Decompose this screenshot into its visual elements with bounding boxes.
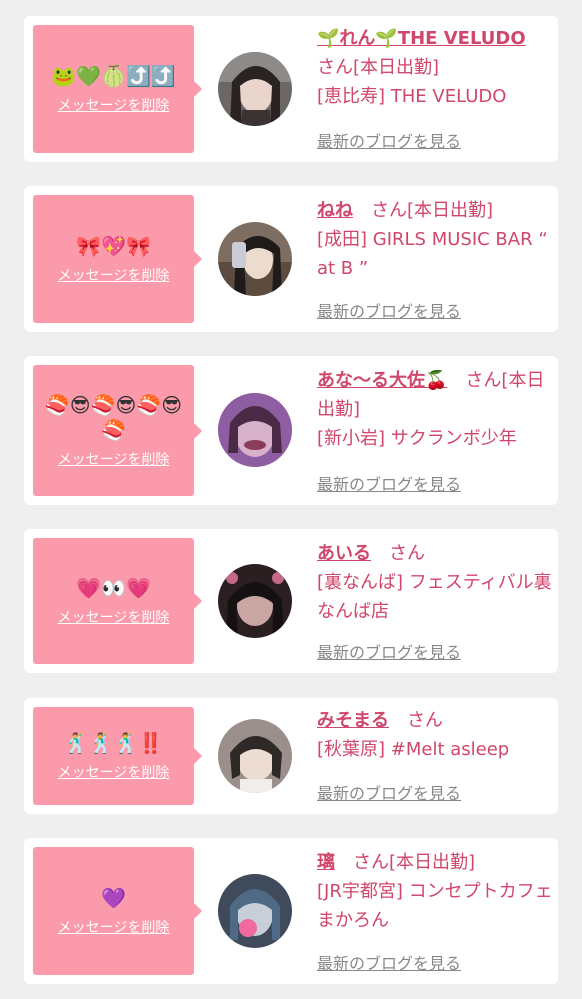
avatar[interactable]: [218, 52, 292, 126]
cast-info: ねね さん[本日出勤] [成田] GIRLS MUSIC BAR “ at B …: [317, 196, 553, 283]
cast-name-link[interactable]: 璃: [317, 852, 335, 873]
message-text: 💗👀💗: [76, 575, 151, 600]
avatar[interactable]: [218, 222, 292, 296]
message-bubble: 💗👀💗 メッセージを削除: [33, 538, 202, 664]
message-text: 🕺🕺🕺‼️: [63, 730, 164, 755]
delete-message-link[interactable]: メッセージを削除: [58, 265, 170, 285]
cast-info: 🌱れん🌱THE VELUDO さん[本日出勤] [恵比寿] THE VELUDO: [317, 24, 553, 111]
latest-blog-link[interactable]: 最新のブログを見る: [317, 471, 461, 495]
shop-name: [恵比寿] THE VELUDO: [317, 86, 507, 107]
shop-name: [JR宇都宮] コンセプトカフェ まかろん: [317, 881, 553, 931]
cast-status: さん[本日出勤]: [371, 200, 494, 221]
message-text: 💜: [101, 885, 126, 910]
delete-message-link[interactable]: メッセージを削除: [58, 762, 170, 782]
cast-name-link[interactable]: みそまる: [317, 710, 389, 731]
cast-name-link[interactable]: 🌱れん🌱THE VELUDO: [317, 28, 526, 49]
avatar[interactable]: [218, 874, 292, 948]
cast-info: あな〜る大佐🍒 さん[本日出勤] [新小岩] サクランボ少年: [317, 366, 553, 453]
cast-status: さん[本日出勤]: [353, 852, 476, 873]
shop-name: [秋葉原] #Melt asleep: [317, 739, 510, 760]
message-bubble: 🍣😎🍣😎🍣😎🍣 メッセージを削除: [33, 365, 202, 496]
message-bubble: 🎀💖🎀 メッセージを削除: [33, 195, 202, 323]
delete-message-link[interactable]: メッセージを削除: [58, 449, 170, 469]
message-card: 💗👀💗 メッセージを削除 あいる さん [裏なんば] フェスティバル裏なんば店 …: [24, 529, 558, 673]
avatar[interactable]: [218, 719, 292, 793]
cast-name-link[interactable]: あいる: [317, 543, 371, 564]
latest-blog-link[interactable]: 最新のブログを見る: [317, 128, 461, 152]
delete-message-link[interactable]: メッセージを削除: [58, 95, 170, 115]
latest-blog-link[interactable]: 最新のブログを見る: [317, 298, 461, 322]
message-text: 🎀💖🎀: [76, 233, 151, 258]
shop-name: [裏なんば] フェスティバル裏なんば店: [317, 572, 552, 622]
message-bubble: 💜 メッセージを削除: [33, 847, 202, 975]
message-text: 🍣😎🍣😎🍣😎🍣: [44, 392, 183, 442]
avatar[interactable]: [218, 393, 292, 467]
latest-blog-link[interactable]: 最新のブログを見る: [317, 950, 461, 974]
message-card: 🎀💖🎀 メッセージを削除 ねね さん[本日出勤] [成田] GIRLS MUSI…: [24, 186, 558, 332]
message-card: 🕺🕺🕺‼️ メッセージを削除 みそまる さん [秋葉原] #Melt aslee…: [24, 698, 558, 814]
delete-message-link[interactable]: メッセージを削除: [58, 917, 170, 937]
cast-info: みそまる さん [秋葉原] #Melt asleep: [317, 706, 553, 764]
message-card: 🐸💚🍈⤴️⤴️ メッセージを削除 🌱れん🌱THE VELUDO さん[本日出勤] …: [24, 16, 558, 162]
message-list: 🐸💚🍈⤴️⤴️ メッセージを削除 🌱れん🌱THE VELUDO さん[本日出勤] …: [0, 0, 582, 999]
shop-name: [新小岩] サクランボ少年: [317, 428, 517, 449]
cast-info: 璃 さん[本日出勤] [JR宇都宮] コンセプトカフェ まかろん: [317, 848, 553, 935]
message-bubble: 🐸💚🍈⤴️⤴️ メッセージを削除: [33, 25, 202, 153]
avatar[interactable]: [218, 564, 292, 638]
message-card: 🍣😎🍣😎🍣😎🍣 メッセージを削除 あな〜る大佐🍒 さん[本日出勤] [新小岩] …: [24, 356, 558, 505]
cast-name-link[interactable]: ねね: [317, 200, 353, 221]
cast-status: さん[本日出勤]: [317, 57, 440, 78]
cast-name-link[interactable]: あな〜る大佐🍒: [317, 370, 447, 391]
delete-message-link[interactable]: メッセージを削除: [58, 607, 170, 627]
cast-info: あいる さん [裏なんば] フェスティバル裏なんば店: [317, 539, 553, 626]
cast-status: さん: [389, 543, 425, 564]
latest-blog-link[interactable]: 最新のブログを見る: [317, 639, 461, 663]
message-card: 💜 メッセージを削除 璃 さん[本日出勤] [JR宇都宮] コンセプトカフェ ま…: [24, 838, 558, 984]
message-text: 🐸💚🍈⤴️⤴️: [51, 63, 176, 88]
cast-status: さん: [407, 710, 443, 731]
message-bubble: 🕺🕺🕺‼️ メッセージを削除: [33, 707, 202, 805]
latest-blog-link[interactable]: 最新のブログを見る: [317, 780, 461, 804]
shop-name: [成田] GIRLS MUSIC BAR “ at B ”: [317, 229, 548, 279]
